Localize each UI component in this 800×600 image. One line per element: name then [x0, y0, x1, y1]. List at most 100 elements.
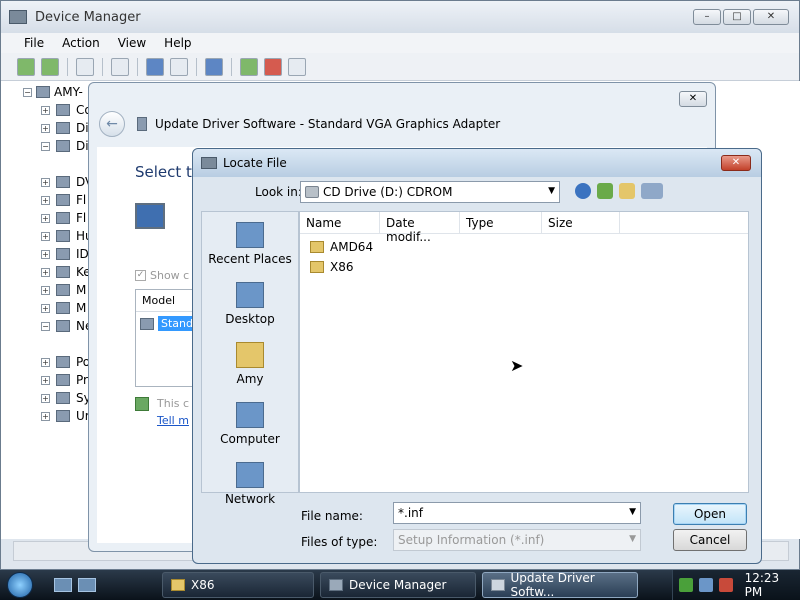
- expand-icon[interactable]: +: [41, 357, 50, 367]
- task-x86[interactable]: X86: [162, 572, 314, 598]
- clock[interactable]: 12:23 PM: [745, 571, 800, 599]
- place-label: Network: [224, 492, 276, 506]
- disable-icon[interactable]: [288, 57, 306, 76]
- tree-item[interactable]: + Ur: [41, 409, 90, 423]
- tree-item[interactable]: − Di: [41, 139, 89, 153]
- views-menu-icon[interactable]: [641, 183, 663, 199]
- tree-root[interactable]: − AMY-: [23, 85, 83, 99]
- properties-icon[interactable]: [111, 57, 129, 76]
- expand-icon[interactable]: +: [41, 105, 50, 115]
- device-icon: [56, 302, 70, 314]
- tell-me-link[interactable]: Tell m: [157, 414, 189, 427]
- checkbox-icon[interactable]: ✓: [135, 270, 146, 281]
- scan-hardware-icon[interactable]: [205, 57, 223, 76]
- task-update-driver[interactable]: Update Driver Softw...: [482, 571, 638, 599]
- tree-item[interactable]: − Ne: [41, 319, 92, 333]
- show-hide-tree-icon[interactable]: [76, 57, 94, 76]
- files-of-type-select[interactable]: Setup Information (*.inf) ▼: [393, 529, 641, 551]
- back-arrow-icon[interactable]: [17, 57, 35, 76]
- new-folder-icon[interactable]: [619, 183, 635, 199]
- tree-item[interactable]: + Fl: [41, 193, 86, 207]
- chevron-down-icon[interactable]: ▼: [629, 507, 636, 517]
- expand-icon[interactable]: +: [41, 177, 50, 187]
- tree-item[interactable]: + ID: [41, 247, 89, 261]
- look-in-select[interactable]: CD Drive (D:) CDROM ▼: [300, 181, 560, 203]
- device-manager-titlebar[interactable]: Device Manager – □ ✕: [1, 1, 799, 33]
- minimize-button[interactable]: –: [693, 9, 721, 25]
- expand-icon[interactable]: +: [41, 393, 50, 403]
- menu-view[interactable]: View: [109, 36, 155, 50]
- maximize-button[interactable]: □: [723, 9, 751, 25]
- volume-muted-icon[interactable]: [718, 578, 733, 592]
- tree-item[interactable]: + M: [41, 301, 86, 315]
- chevron-down-icon[interactable]: ▼: [629, 534, 636, 544]
- toolbar-separator: [102, 57, 103, 76]
- dialog-title: Locate File: [223, 156, 287, 170]
- menu-action[interactable]: Action: [53, 36, 109, 50]
- file-item[interactable]: X86: [310, 260, 354, 274]
- chevron-down-icon[interactable]: ▼: [548, 186, 555, 196]
- network-icon: [236, 462, 264, 488]
- uninstall-icon[interactable]: [264, 57, 282, 76]
- show-desktop-icon[interactable]: [54, 578, 72, 592]
- forward-arrow-icon[interactable]: [41, 57, 59, 76]
- place-label: Computer: [220, 432, 280, 446]
- collapse-icon[interactable]: −: [41, 141, 50, 151]
- place-computer[interactable]: Computer: [202, 402, 298, 446]
- expand-icon[interactable]: +: [41, 249, 50, 259]
- file-item[interactable]: AMD64: [310, 240, 373, 254]
- column-name[interactable]: Name: [300, 212, 380, 233]
- place-recent-places[interactable]: Recent Places: [202, 222, 298, 266]
- collapse-icon[interactable]: −: [23, 87, 32, 97]
- open-button[interactable]: Open: [673, 503, 747, 525]
- help-icon[interactable]: [146, 57, 164, 76]
- tree-item[interactable]: + M: [41, 283, 86, 297]
- start-button[interactable]: [0, 570, 40, 600]
- close-button[interactable]: ✕: [753, 9, 789, 25]
- tree-item[interactable]: + Sy: [41, 391, 91, 405]
- device-icon: [56, 140, 70, 152]
- file-list[interactable]: Name Date modif... Type Size AMD64 X86 ➤: [299, 211, 749, 493]
- show-compatible-checkbox[interactable]: ✓ Show c: [135, 269, 189, 282]
- cancel-button[interactable]: Cancel: [673, 529, 747, 551]
- file-name-input[interactable]: *.inf ▼: [393, 502, 641, 524]
- tree-item[interactable]: + Co: [41, 103, 92, 117]
- place-amy[interactable]: Amy: [202, 342, 298, 386]
- dialog-close-button[interactable]: ✕: [721, 155, 751, 171]
- menu-help[interactable]: Help: [155, 36, 200, 50]
- tree-item[interactable]: + DV: [41, 175, 93, 189]
- up-folder-icon[interactable]: [597, 183, 613, 199]
- tree-item[interactable]: + Hu: [41, 229, 93, 243]
- security-icon[interactable]: [679, 578, 693, 592]
- expand-icon[interactable]: +: [41, 213, 50, 223]
- expand-icon[interactable]: +: [41, 267, 50, 277]
- place-network[interactable]: Network: [202, 462, 298, 506]
- expand-icon[interactable]: +: [41, 123, 50, 133]
- expand-icon[interactable]: +: [41, 411, 50, 421]
- wizard-close-button[interactable]: ✕: [679, 91, 707, 107]
- column-size[interactable]: Size: [542, 212, 620, 233]
- expand-icon[interactable]: +: [41, 375, 50, 385]
- back-button[interactable]: ←: [99, 111, 125, 137]
- back-icon[interactable]: [575, 183, 591, 199]
- tree-item[interactable]: + Pr: [41, 373, 88, 387]
- update-driver-icon[interactable]: [240, 57, 258, 76]
- tree-item[interactable]: + Ke: [41, 265, 91, 279]
- locate-file-titlebar[interactable]: Locate File: [193, 149, 761, 177]
- column-type[interactable]: Type: [460, 212, 542, 233]
- task-device-manager[interactable]: Device Manager: [320, 572, 476, 598]
- expand-icon[interactable]: +: [41, 231, 50, 241]
- expand-icon[interactable]: +: [41, 303, 50, 313]
- tree-item[interactable]: + Fl: [41, 211, 86, 225]
- switch-windows-icon[interactable]: [78, 578, 96, 592]
- expand-icon[interactable]: +: [41, 285, 50, 295]
- network-icon[interactable]: [698, 578, 713, 592]
- collapse-icon[interactable]: −: [41, 321, 50, 331]
- tree-item[interactable]: + Di: [41, 121, 89, 135]
- tree-item[interactable]: + Po: [41, 355, 90, 369]
- column-date-modified[interactable]: Date modif...: [380, 212, 460, 244]
- expand-icon[interactable]: +: [41, 195, 50, 205]
- view-icon[interactable]: [170, 57, 188, 76]
- menu-file[interactable]: File: [15, 36, 53, 50]
- place-desktop[interactable]: Desktop: [202, 282, 298, 326]
